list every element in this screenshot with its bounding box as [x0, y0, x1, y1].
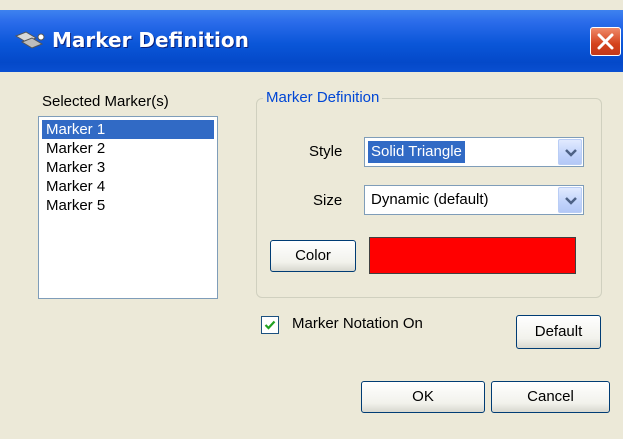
- window-title: Marker Definition: [52, 28, 249, 52]
- markers-icon: [14, 28, 48, 54]
- cancel-button[interactable]: Cancel: [491, 381, 610, 413]
- style-dropdown-arrow[interactable]: [558, 139, 582, 165]
- list-item[interactable]: Marker 2: [42, 139, 214, 158]
- default-button[interactable]: Default: [516, 315, 601, 349]
- close-icon: [597, 33, 614, 50]
- list-item[interactable]: Marker 1: [42, 120, 214, 139]
- chevron-down-icon: [565, 149, 577, 157]
- close-button[interactable]: [590, 27, 621, 56]
- size-label: Size: [313, 192, 343, 209]
- chevron-down-icon: [565, 197, 577, 205]
- checkmark-icon: [264, 320, 276, 330]
- title-bar[interactable]: Marker Definition: [0, 10, 623, 72]
- marker-notation-checkbox[interactable]: [261, 316, 279, 334]
- ok-button[interactable]: OK: [361, 381, 485, 413]
- marker-notation-label: Marker Notation On: [292, 315, 423, 332]
- list-item[interactable]: Marker 5: [42, 196, 214, 215]
- color-swatch: [369, 237, 576, 274]
- marker-definition-dialog: Marker Definition Selected Marker(s) Mar…: [0, 0, 623, 439]
- list-item[interactable]: Marker 4: [42, 177, 214, 196]
- size-dropdown-arrow[interactable]: [558, 187, 582, 213]
- marker-list[interactable]: Marker 1 Marker 2 Marker 3 Marker 4 Mark…: [38, 116, 218, 299]
- color-button[interactable]: Color: [270, 240, 356, 272]
- style-dropdown[interactable]: Solid Triangle: [364, 137, 584, 167]
- list-item[interactable]: Marker 3: [42, 158, 214, 177]
- style-label: Style: [309, 143, 343, 160]
- size-dropdown[interactable]: Dynamic (default): [364, 185, 584, 215]
- group-title: Marker Definition: [263, 89, 383, 106]
- style-value: Solid Triangle: [368, 141, 465, 163]
- selected-markers-label: Selected Marker(s): [42, 93, 169, 110]
- size-value: Dynamic (default): [371, 191, 489, 208]
